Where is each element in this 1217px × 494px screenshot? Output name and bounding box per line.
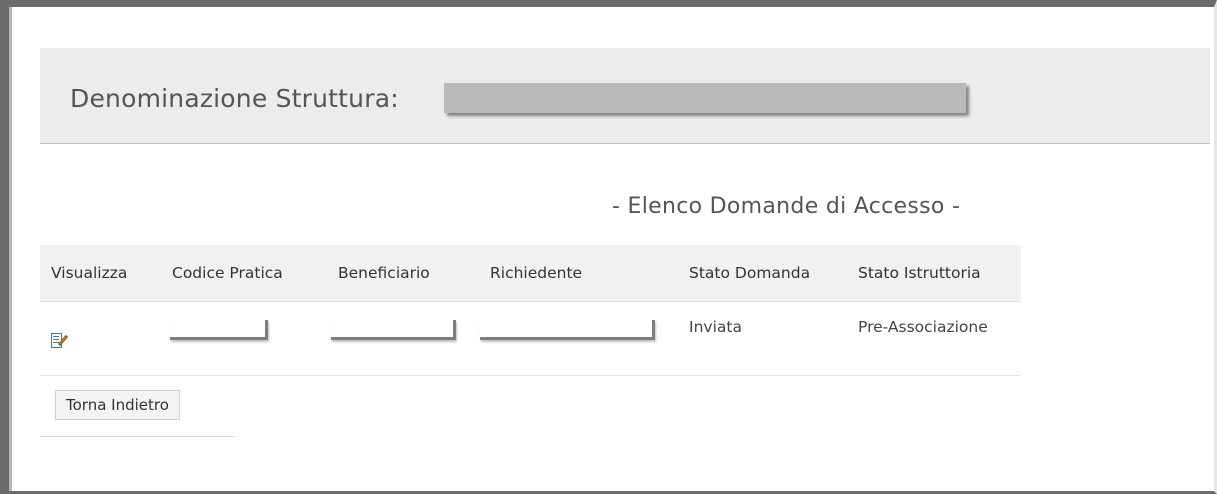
structure-header: Denominazione Struttura: [40,48,1210,144]
column-header-codice-pratica: Codice Pratica [161,245,327,302]
richiedente-redacted [480,320,655,340]
structure-name-redacted [444,83,966,113]
list-title: - Elenco Domande di Accesso - [612,194,961,219]
column-header-visualizza: Visualizza [40,245,161,302]
cell-beneficiario [327,301,479,376]
beneficiario-redacted [331,320,456,340]
cell-stato-istruttoria: Pre-Associazione [847,301,1021,376]
cell-codice-pratica [161,301,327,376]
stato-domanda-value: Inviata [689,318,742,336]
table-row: Inviata Pre-Associazione [40,301,1021,376]
cell-stato-domanda: Inviata [678,301,847,376]
edit-document-icon[interactable] [51,332,69,350]
column-header-richiedente: Richiedente [479,245,678,302]
stato-istruttoria-value: Pre-Associazione [858,318,988,336]
cell-visualizza [40,301,161,376]
column-header-stato-istruttoria: Stato Istruttoria [847,245,1021,302]
cell-richiedente [479,301,678,376]
column-header-beneficiario: Beneficiario [327,245,479,302]
table-header-row: Visualizza Codice Pratica Beneficiario R… [40,245,1021,302]
codice-pratica-redacted [170,320,268,340]
structure-name-label: Denominazione Struttura: [70,84,399,113]
column-header-stato-domanda: Stato Domanda [678,245,847,302]
back-button[interactable]: Torna Indietro [55,390,180,420]
frame-inner-edge [9,7,19,491]
applications-table: Visualizza Codice Pratica Beneficiario R… [40,245,1021,376]
footer-divider [40,436,235,437]
